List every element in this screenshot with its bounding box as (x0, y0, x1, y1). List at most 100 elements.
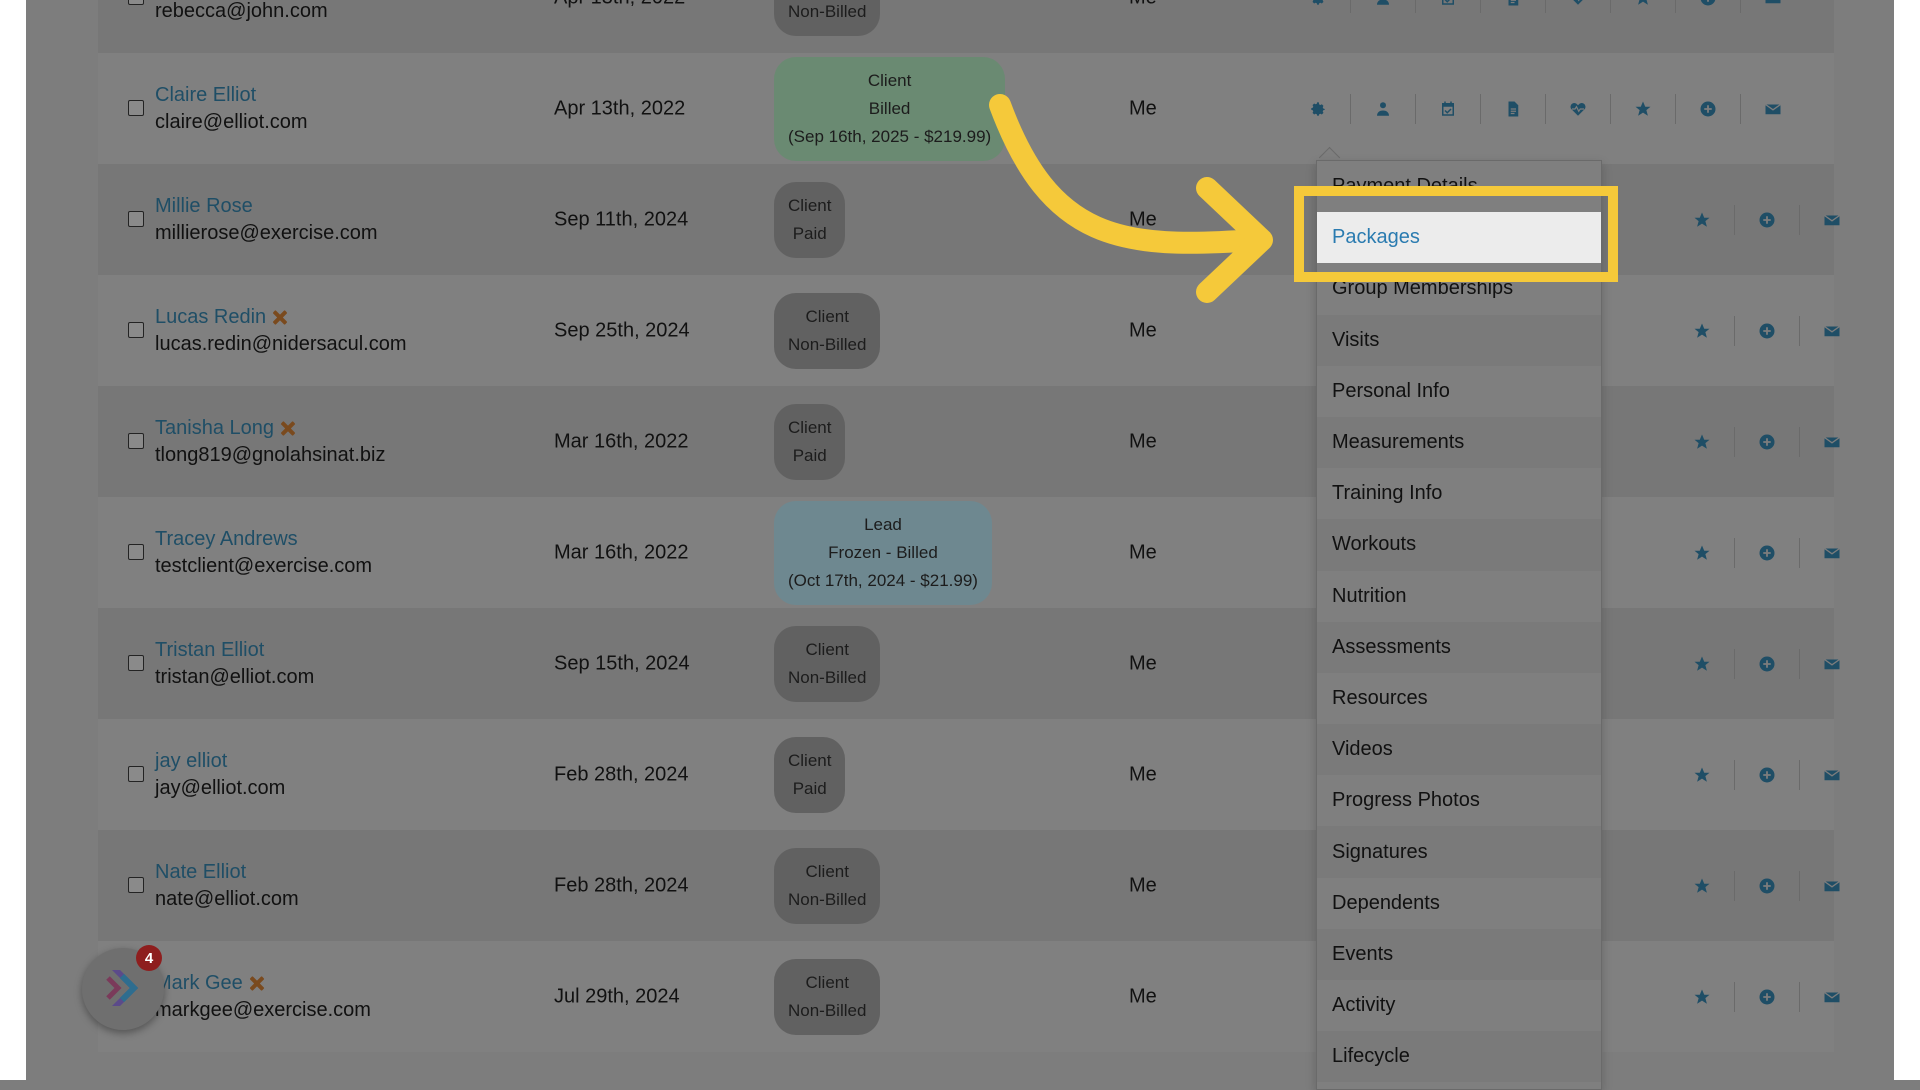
plus-circle-icon[interactable] (1734, 648, 1799, 679)
menu-item-activity[interactable]: Activity (1317, 980, 1601, 1031)
envelope-icon[interactable] (1799, 981, 1864, 1012)
star-icon[interactable] (1670, 871, 1734, 901)
star-icon[interactable] (1610, 93, 1675, 124)
plus-circle-icon[interactable] (1734, 315, 1799, 346)
envelope-icon[interactable] (1799, 537, 1864, 568)
user-icon[interactable] (1350, 0, 1415, 13)
star-icon[interactable] (1610, 0, 1675, 13)
row-select-checkbox[interactable] (128, 99, 144, 116)
plus-circle-icon[interactable] (1734, 537, 1799, 568)
envelope-icon[interactable] (1799, 759, 1864, 790)
client-name-link[interactable]: Tracey Andrews (155, 526, 372, 553)
client-name-text[interactable]: Nate Elliot (155, 859, 246, 886)
client-options-menu: Payment Details Packages Group Memberships… (1316, 160, 1602, 1090)
user-icon[interactable] (1350, 93, 1415, 124)
envelope-icon[interactable] (1799, 648, 1864, 679)
client-name-link[interactable]: Claire Elliot (155, 82, 308, 109)
row-select-checkbox[interactable] (128, 654, 144, 671)
plus-circle-icon[interactable] (1734, 426, 1799, 457)
envelope-icon[interactable] (1799, 426, 1864, 457)
client-owner: Me (1129, 430, 1157, 452)
envelope-icon[interactable] (1740, 93, 1805, 124)
star-icon[interactable] (1670, 649, 1734, 679)
row-select-checkbox[interactable] (128, 765, 144, 782)
heartbeat-icon[interactable] (1545, 93, 1610, 124)
plus-circle-icon[interactable] (1734, 981, 1799, 1012)
menu-item-resources[interactable]: Resources (1317, 673, 1601, 724)
gear-icon[interactable] (1286, 94, 1350, 124)
star-icon[interactable] (1670, 316, 1734, 346)
row-select-checkbox[interactable] (128, 876, 144, 893)
star-icon[interactable] (1670, 427, 1734, 457)
client-row: Rebecca Johnrebecca@john.com Apr 13th, 20… (98, 0, 1834, 53)
row-select-checkbox[interactable] (128, 432, 144, 449)
client-date: Jul 29th, 2024 (554, 985, 680, 1007)
client-name-text[interactable]: Mark Gee (155, 970, 243, 997)
status-badge: ClientNon-Billed (774, 0, 881, 36)
client-name-link[interactable]: Tanisha Long (155, 415, 385, 442)
star-icon[interactable] (1670, 760, 1734, 790)
client-email: testclient@exercise.com (155, 554, 373, 577)
envelope-icon[interactable] (1740, 0, 1805, 13)
client-name-text[interactable]: Millie Rose (155, 193, 253, 220)
menu-item-events[interactable]: Events (1317, 928, 1601, 980)
row-select-checkbox[interactable] (128, 210, 144, 227)
envelope-icon[interactable] (1799, 870, 1864, 901)
client-name-text[interactable]: jay elliot (155, 748, 227, 775)
calendar-check-icon[interactable] (1415, 93, 1480, 124)
client-name-link[interactable]: Mark Gee (155, 970, 371, 997)
plus-circle-icon[interactable] (1675, 0, 1740, 13)
menu-item-signatures[interactable]: Signatures (1317, 826, 1601, 878)
row-select-checkbox[interactable] (128, 0, 144, 5)
row-select-checkbox[interactable] (128, 543, 144, 560)
client-identity: Rebecca Johnrebecca@john.com (155, 0, 328, 25)
client-date: Apr 13th, 2022 (554, 97, 686, 119)
client-name-link[interactable]: Lucas Redin (155, 304, 407, 331)
client-name-text[interactable]: Tristan Elliot (155, 637, 264, 664)
plus-circle-icon[interactable] (1734, 759, 1799, 790)
menu-item-assessments[interactable]: Assessments (1317, 621, 1601, 673)
client-name-text[interactable]: Claire Elliot (155, 82, 256, 109)
status-line: Client (788, 750, 832, 770)
menu-item-lifecycle[interactable]: Lifecycle (1317, 1031, 1601, 1083)
client-owner: Me (1129, 985, 1157, 1007)
status-line: (Sep 16th, 2025 - $219.99) (788, 126, 992, 146)
client-name-link[interactable]: Millie Rose (155, 193, 378, 220)
client-name-text[interactable]: Tanisha Long (155, 415, 274, 442)
client-date: Apr 13th, 2022 (554, 0, 685, 9)
menu-item-training-info[interactable]: Training Info (1317, 468, 1601, 519)
menu-item-dependents[interactable]: Dependents (1317, 878, 1601, 929)
envelope-icon[interactable] (1799, 315, 1864, 346)
client-name-text[interactable]: Lucas Redin (155, 304, 266, 331)
gear-icon[interactable] (1286, 0, 1350, 13)
client-name-link[interactable]: Nate Elliot (155, 859, 299, 886)
disconnect-icon (249, 976, 264, 991)
file-icon[interactable] (1480, 0, 1545, 13)
star-icon[interactable] (1670, 538, 1734, 568)
row-select-checkbox[interactable] (128, 321, 144, 338)
plus-circle-icon[interactable] (1734, 870, 1799, 901)
client-date: Sep 11th, 2024 (554, 208, 689, 230)
star-icon[interactable] (1670, 982, 1734, 1012)
menu-item-nutrition[interactable]: Nutrition (1317, 571, 1601, 622)
file-icon[interactable] (1480, 93, 1545, 124)
calendar-check-icon[interactable] (1415, 0, 1480, 13)
client-row: Claire Elliot claire@elliot.com Apr 13th, … (98, 53, 1834, 164)
menu-item-progress-photos[interactable]: Progress Photos (1317, 775, 1601, 826)
client-name-link[interactable]: Tristan Elliot (155, 637, 314, 664)
menu-item-measurements[interactable]: Measurements (1317, 416, 1601, 469)
menu-item-videos[interactable]: Videos (1317, 724, 1601, 776)
client-name-text[interactable]: Tracey Andrews (155, 526, 298, 553)
plus-circle-icon[interactable] (1675, 93, 1740, 124)
heartbeat-icon[interactable] (1545, 0, 1610, 13)
plus-circle-icon[interactable] (1734, 204, 1799, 235)
menu-item-workouts[interactable]: Workouts (1317, 519, 1601, 571)
menu-item-visits[interactable]: Visits (1317, 314, 1601, 366)
envelope-icon[interactable] (1799, 204, 1864, 235)
status-line: Non-Billed (788, 667, 867, 687)
status-line: (Oct 17th, 2024 - $21.99) (788, 570, 978, 590)
client-identity: Nate Elliot nate@elliot.com (155, 859, 299, 913)
menu-item-personal-info[interactable]: Personal Info (1317, 366, 1601, 417)
client-name-link[interactable]: jay elliot (155, 748, 285, 775)
star-icon[interactable] (1670, 205, 1734, 235)
